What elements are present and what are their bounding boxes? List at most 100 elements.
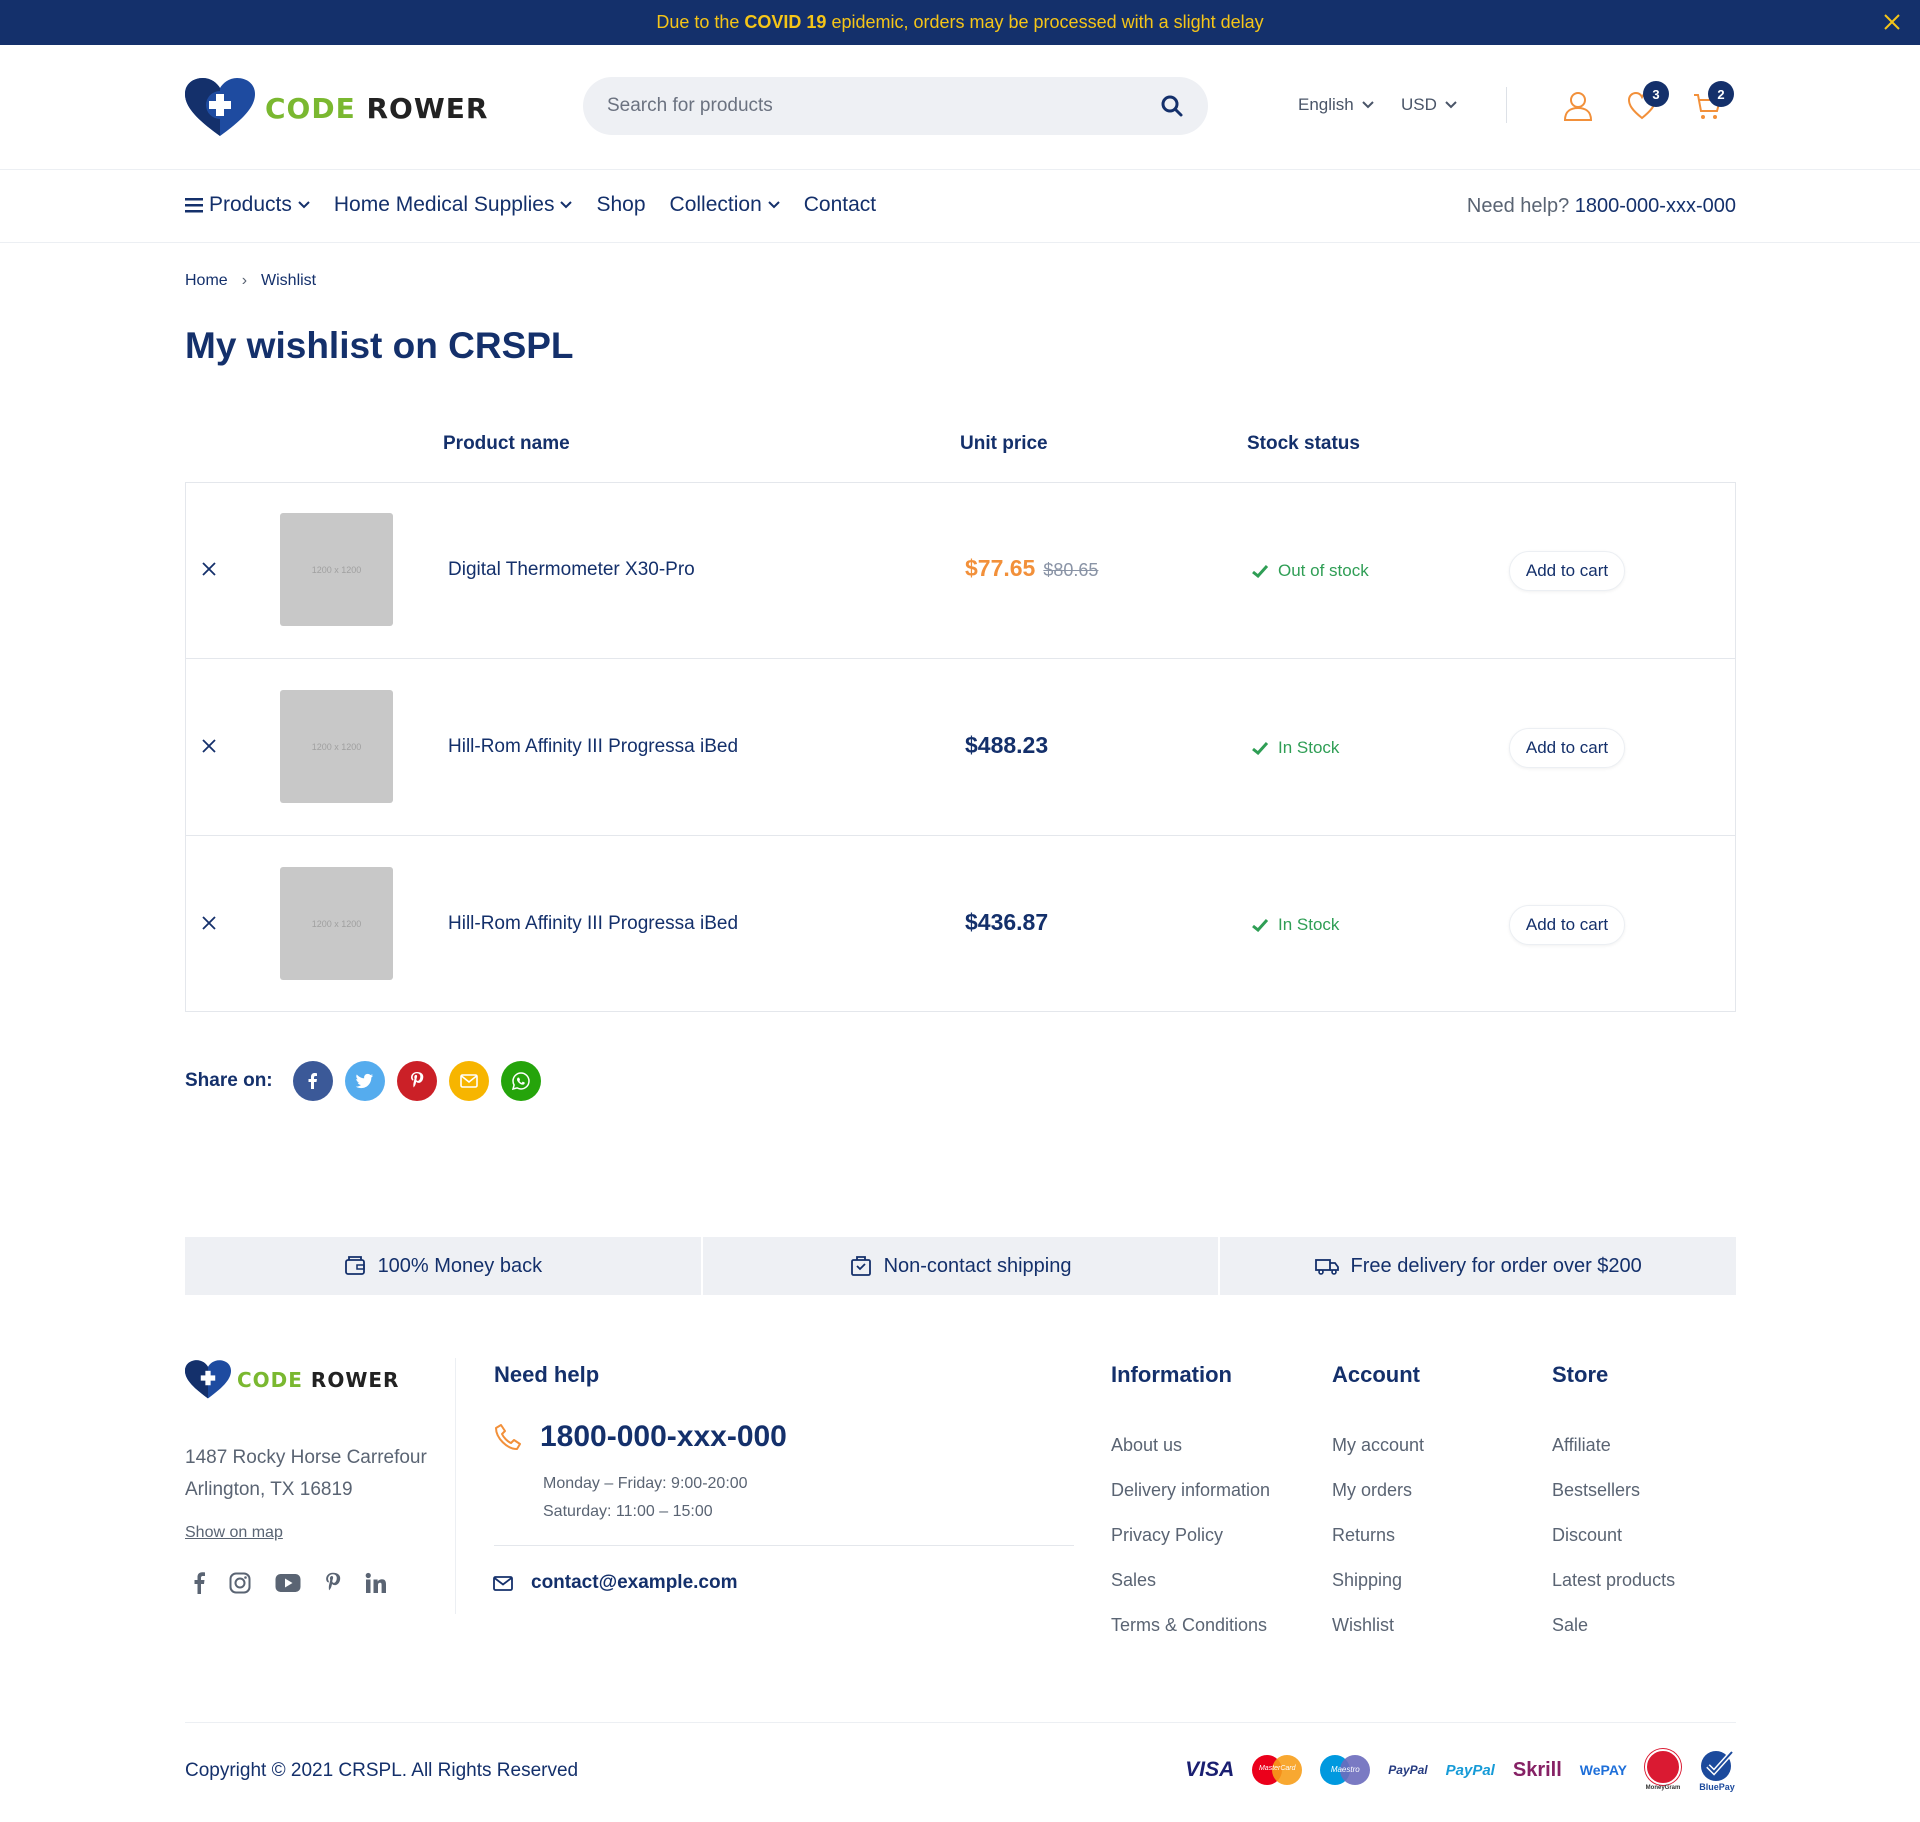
wallet-icon — [344, 1256, 365, 1275]
feature-money-back: 100% Money back — [185, 1237, 703, 1295]
language-select[interactable]: English — [1298, 95, 1374, 115]
logo[interactable]: CODE ROWER — [185, 78, 488, 138]
features-bar: 100% Money back Non-contact shipping Fre… — [185, 1237, 1736, 1295]
whatsapp-share-button[interactable] — [500, 1061, 541, 1101]
footer-logo[interactable]: CODE ROWER — [185, 1360, 399, 1400]
footer-divider — [185, 1722, 1736, 1723]
email-share-button[interactable] — [448, 1061, 489, 1101]
feature-label: Non-contact shipping — [883, 1254, 1072, 1277]
maestro-icon: Maestro — [1320, 1755, 1371, 1785]
wepay-icon: WePAY — [1579, 1762, 1627, 1778]
column-header-stock-status: Stock status — [1247, 433, 1360, 454]
footer-link[interactable]: Bestsellers — [1552, 1480, 1640, 1500]
add-to-cart-button[interactable]: Add to cart — [1509, 728, 1625, 768]
linkedin-icon[interactable] — [365, 1572, 387, 1594]
pinterest-share-button[interactable] — [396, 1061, 437, 1101]
currency-value: USD — [1401, 95, 1437, 114]
footer-social-links — [193, 1572, 387, 1594]
youtube-icon[interactable] — [275, 1573, 301, 1593]
column-header-product-name: Product name — [443, 433, 570, 454]
remove-icon[interactable] — [199, 736, 219, 756]
skrill-icon: Skrill — [1512, 1758, 1562, 1781]
stock-status: In Stock — [1252, 915, 1339, 935]
nav-label: Home Medical Supplies — [333, 193, 555, 216]
chevron-down-icon — [1445, 101, 1457, 109]
facebook-share-button[interactable] — [292, 1061, 333, 1101]
twitter-icon — [355, 1073, 373, 1089]
package-icon — [850, 1256, 871, 1276]
nav-item-home-medical-supplies[interactable]: Home Medical Supplies — [334, 193, 573, 217]
breadcrumb-home[interactable]: Home — [185, 272, 228, 290]
product-name-link[interactable]: Hill-Rom Affinity III Progressa iBed — [448, 913, 738, 935]
product-image[interactable]: 1200 x 1200 — [280, 867, 393, 980]
nav-item-collection[interactable]: Collection — [670, 193, 780, 217]
footer-link[interactable]: Delivery information — [1111, 1480, 1270, 1500]
pinterest-icon — [410, 1072, 423, 1088]
phone-icon — [495, 1424, 521, 1450]
footer-link[interactable]: Returns — [1332, 1525, 1395, 1545]
cart-button[interactable]: 2 — [1692, 81, 1734, 126]
share-bar: Share on: — [185, 1061, 541, 1101]
paypal-icon: PayPal — [1445, 1761, 1495, 1779]
footer-divider — [455, 1358, 456, 1614]
nav-item-contact[interactable]: Contact — [804, 193, 876, 217]
footer-link[interactable]: About us — [1111, 1435, 1182, 1455]
footer-link[interactable]: Wishlist — [1332, 1615, 1394, 1635]
pinterest-icon[interactable] — [325, 1572, 341, 1594]
close-icon[interactable] — [1880, 10, 1904, 34]
feature-label: 100% Money back — [377, 1254, 543, 1277]
footer-link[interactable]: Sale — [1552, 1615, 1588, 1635]
mastercard-icon: MasterCard — [1252, 1755, 1303, 1785]
account-button[interactable] — [1563, 91, 1593, 126]
footer-heading-account: Account — [1332, 1362, 1420, 1387]
wishlist-button[interactable]: 3 — [1627, 81, 1669, 126]
feature-label: Free delivery for order over $200 — [1350, 1254, 1642, 1277]
whatsapp-icon — [511, 1072, 530, 1090]
banner-highlight: COVID 19 — [744, 12, 827, 32]
product-image[interactable]: 1200 x 1200 — [280, 690, 393, 803]
feature-non-contact-shipping: Non-contact shipping — [703, 1237, 1221, 1295]
nav-label: Shop — [596, 193, 646, 216]
product-image[interactable]: 1200 x 1200 — [280, 513, 393, 626]
footer-divider — [494, 1545, 1074, 1546]
footer-phone[interactable]: 1800-000-xxx-000 — [540, 1420, 787, 1454]
footer-logo-text: CODE ROWER — [237, 1368, 400, 1392]
footer-link[interactable]: Terms & Conditions — [1111, 1615, 1267, 1635]
remove-icon[interactable] — [199, 559, 219, 579]
page-title: My wishlist on CRSPL — [185, 325, 574, 366]
footer-link[interactable]: Discount — [1552, 1525, 1622, 1545]
search-icon[interactable] — [1160, 94, 1184, 118]
product-name-link[interactable]: Hill-Rom Affinity III Progressa iBed — [448, 736, 738, 758]
breadcrumb-current: Wishlist — [261, 272, 317, 289]
add-to-cart-button[interactable]: Add to cart — [1509, 551, 1625, 591]
twitter-share-button[interactable] — [344, 1061, 385, 1101]
hours-saturday: Saturday: 11:00 – 15:00 — [543, 1503, 713, 1520]
footer-link[interactable]: My orders — [1332, 1480, 1412, 1500]
nav-item-shop[interactable]: Shop — [596, 193, 645, 217]
menu-icon — [185, 198, 203, 213]
footer-link[interactable]: Sales — [1111, 1570, 1156, 1590]
currency-select[interactable]: USD — [1401, 95, 1457, 115]
footer-link[interactable]: Latest products — [1552, 1570, 1675, 1590]
nav-item-products[interactable]: Products — [185, 193, 310, 217]
breadcrumb-separator: › — [241, 272, 248, 289]
feature-free-delivery: Free delivery for order over $200 — [1220, 1237, 1736, 1295]
footer-link[interactable]: Privacy Policy — [1111, 1525, 1223, 1545]
footer-link[interactable]: My account — [1332, 1435, 1424, 1455]
facebook-icon[interactable] — [193, 1572, 205, 1594]
search-input[interactable] — [607, 95, 1160, 117]
footer-email[interactable]: contact@example.com — [493, 1572, 738, 1594]
product-name-link[interactable]: Digital Thermometer X30-Pro — [448, 559, 695, 581]
show-on-map-link[interactable]: Show on map — [185, 1524, 283, 1542]
footer-link[interactable]: Affiliate — [1552, 1435, 1611, 1455]
product-price: $77.65 $80.65 — [965, 555, 1098, 582]
footer-link[interactable]: Shipping — [1332, 1570, 1402, 1590]
stock-label: In Stock — [1278, 915, 1340, 934]
remove-icon[interactable] — [199, 913, 219, 933]
footer-heading-need-help: Need help — [494, 1362, 600, 1387]
instagram-icon[interactable] — [229, 1572, 251, 1594]
hours-weekdays: Monday – Friday: 9:00-20:00 — [543, 1475, 748, 1492]
add-to-cart-button[interactable]: Add to cart — [1509, 905, 1625, 945]
help-phone[interactable]: Need help? 1800-000-xxx-000 — [1467, 195, 1736, 218]
heart-cross-icon — [185, 1360, 231, 1399]
